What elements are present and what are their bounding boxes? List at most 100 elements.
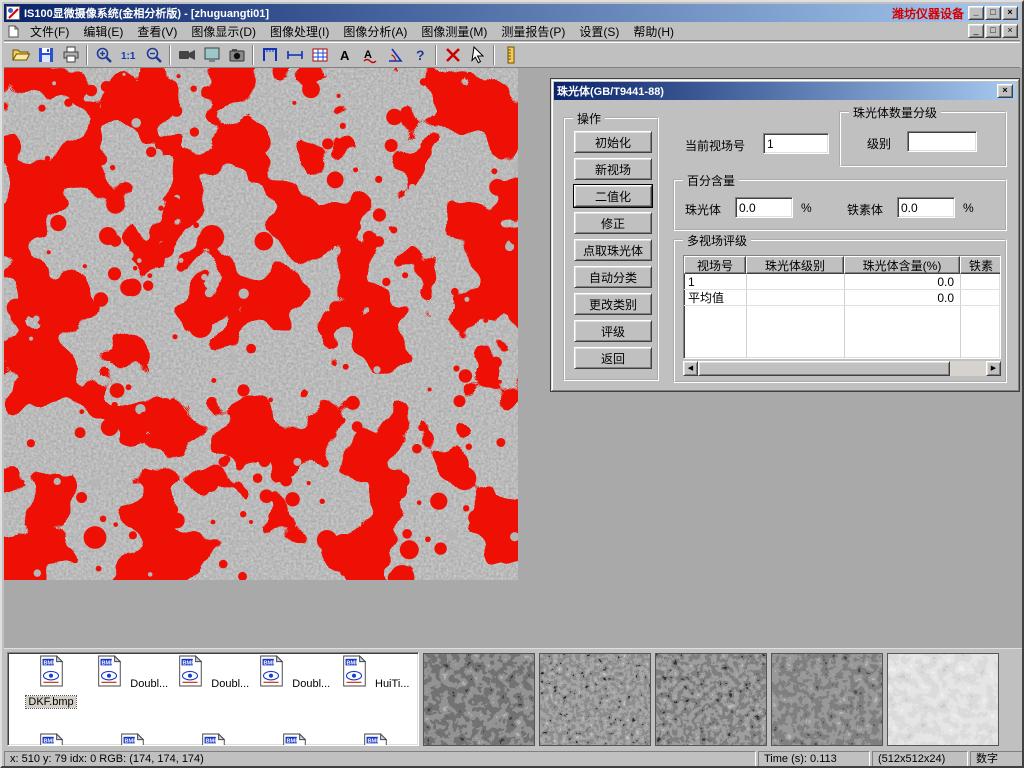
file-list[interactable]: DKF.bmp Doubl... Doubl... Doubl... HuiTi… [7, 652, 419, 746]
column-header[interactable]: 铁素 [960, 256, 1001, 274]
scroll-left-button[interactable]: ◀ [683, 361, 698, 376]
dialog-title-bar[interactable]: 珠光体(GB/T9441-88) × [554, 82, 1016, 100]
menu-image-display[interactable]: 图像显示(D) [184, 22, 263, 41]
file-name: HuiTi... [373, 678, 411, 690]
delete-button[interactable] [440, 43, 465, 67]
table-row[interactable]: 平均值 0.0 [684, 290, 1000, 306]
grid-button[interactable] [307, 43, 332, 67]
rating-table[interactable]: 视场号 珠光体级别 珠光体含量(%) 铁素 1 0.0 平均值 [683, 255, 1001, 359]
camera-button[interactable] [224, 43, 249, 67]
menu-edit[interactable]: 编辑(E) [76, 22, 130, 41]
scrollbar-thumb[interactable] [698, 361, 950, 376]
close-button[interactable]: × [1002, 6, 1018, 20]
correct-button[interactable]: 修正 [574, 212, 652, 234]
angle-button[interactable] [382, 43, 407, 67]
bmp-file-icon [175, 655, 205, 687]
scroll-right-button[interactable]: ▶ [986, 361, 1001, 376]
document-icon [7, 25, 20, 38]
ruler-icon [501, 45, 521, 65]
child-restore-button[interactable]: □ [985, 24, 1001, 38]
column-header[interactable]: 视场号 [684, 256, 746, 274]
table-row[interactable]: 1 0.0 [684, 274, 1000, 290]
menu-settings[interactable]: 设置(S) [572, 22, 626, 41]
zoom-out-button[interactable] [141, 43, 166, 67]
caliper-icon [260, 45, 280, 65]
menu-image-process[interactable]: 图像处理(I) [263, 22, 336, 41]
current-field-input[interactable] [763, 133, 829, 154]
actual-size-button[interactable]: 1:1 [116, 43, 141, 67]
menu-image-measure[interactable]: 图像测量(M) [414, 22, 494, 41]
scrollbar-track[interactable] [950, 361, 986, 376]
file-item[interactable]: Doubl... [93, 655, 171, 692]
minimize-button[interactable]: _ [968, 6, 984, 20]
bmp-file-icon[interactable] [36, 733, 66, 746]
maximize-button[interactable]: □ [985, 6, 1001, 20]
ferrite-percent-input[interactable] [897, 197, 955, 218]
thumbnail-strip [423, 653, 999, 746]
monitor-button[interactable] [199, 43, 224, 67]
measure-button[interactable] [282, 43, 307, 67]
menu-help[interactable]: 帮助(H) [626, 22, 681, 41]
thumbnail-2[interactable] [539, 653, 651, 746]
menu-view[interactable]: 查看(V) [130, 22, 184, 41]
file-name: Doubl... [128, 678, 170, 690]
caliper-button[interactable] [257, 43, 282, 67]
file-item-dkf[interactable]: DKF.bmp [12, 655, 90, 710]
child-minimize-button[interactable]: _ [968, 24, 984, 38]
thumbnail-3[interactable] [655, 653, 767, 746]
bmp-file-icon[interactable] [279, 733, 309, 746]
bmp-file-icon[interactable] [360, 733, 390, 746]
table-cell [960, 274, 1001, 290]
auto-classify-button[interactable]: 自动分类 [574, 266, 652, 288]
binarize-button[interactable]: 二值化 [574, 185, 652, 207]
metallograph-image[interactable] [4, 68, 518, 580]
bmp-file-icon[interactable] [117, 733, 147, 746]
new-field-button[interactable]: 新视场 [574, 158, 652, 180]
column-header[interactable]: 珠光体含量(%) [844, 256, 960, 274]
table-horizontal-scrollbar[interactable]: ◀ ▶ [683, 361, 1001, 376]
menu-file[interactable]: 文件(F) [23, 22, 76, 41]
file-item[interactable]: Doubl... [174, 655, 252, 692]
rate-button[interactable]: 评级 [574, 320, 652, 342]
title-bar[interactable]: IS100显微摄像系统(金相分析版) - [zhuguangti01] _ □ … [4, 4, 1020, 22]
status-position: x: 510 y: 79 idx: 0 RGB: (174, 174, 174) [4, 751, 756, 768]
thumbnail-5[interactable] [887, 653, 999, 746]
file-browser-panel: DKF.bmp Doubl... Doubl... Doubl... HuiTi… [4, 648, 1024, 749]
zoom-in-icon [94, 45, 114, 65]
column-header[interactable]: 珠光体级别 [746, 256, 844, 274]
bmp-file-icon[interactable] [198, 733, 228, 746]
red-x-icon [443, 45, 463, 65]
pick-pearlite-button[interactable]: 点取珠光体 [574, 239, 652, 261]
help-button[interactable]: ? [407, 43, 432, 67]
menu-image-analysis[interactable]: 图像分析(A) [336, 22, 414, 41]
zoom-in-button[interactable] [91, 43, 116, 67]
app-icon [6, 6, 20, 20]
print-button[interactable] [58, 43, 83, 67]
video-capture-button[interactable] [174, 43, 199, 67]
dialog-close-button[interactable]: × [997, 84, 1013, 98]
child-close-button[interactable]: × [1002, 24, 1018, 38]
svg-text:A: A [340, 48, 350, 63]
save-button[interactable] [33, 43, 58, 67]
change-class-button[interactable]: 更改类别 [574, 293, 652, 315]
pearlite-dialog: 珠光体(GB/T9441-88) × 操作 初始化 新视场 二值化 修正 点取珠… [550, 78, 1020, 392]
thumbnail-4[interactable] [771, 653, 883, 746]
help-icon: ? [410, 45, 430, 65]
menu-measure-report[interactable]: 测量报告(P) [494, 22, 572, 41]
text-button[interactable]: A [332, 43, 357, 67]
return-button[interactable]: 返回 [574, 347, 652, 369]
toolbar-separator [435, 45, 437, 65]
file-item[interactable]: HuiTi... [336, 655, 414, 692]
font-button[interactable]: A [357, 43, 382, 67]
ferrite-percent-unit: % [963, 201, 974, 215]
ruler-button[interactable] [498, 43, 523, 67]
file-item[interactable]: Doubl... [255, 655, 333, 692]
init-button[interactable]: 初始化 [574, 131, 652, 153]
pearlite-percent-input[interactable] [735, 197, 793, 218]
pointer-button[interactable] [465, 43, 490, 67]
toolbar-separator [493, 45, 495, 65]
monitor-icon [202, 45, 222, 65]
grade-input[interactable] [907, 131, 977, 152]
open-button[interactable] [8, 43, 33, 67]
thumbnail-1[interactable] [423, 653, 535, 746]
